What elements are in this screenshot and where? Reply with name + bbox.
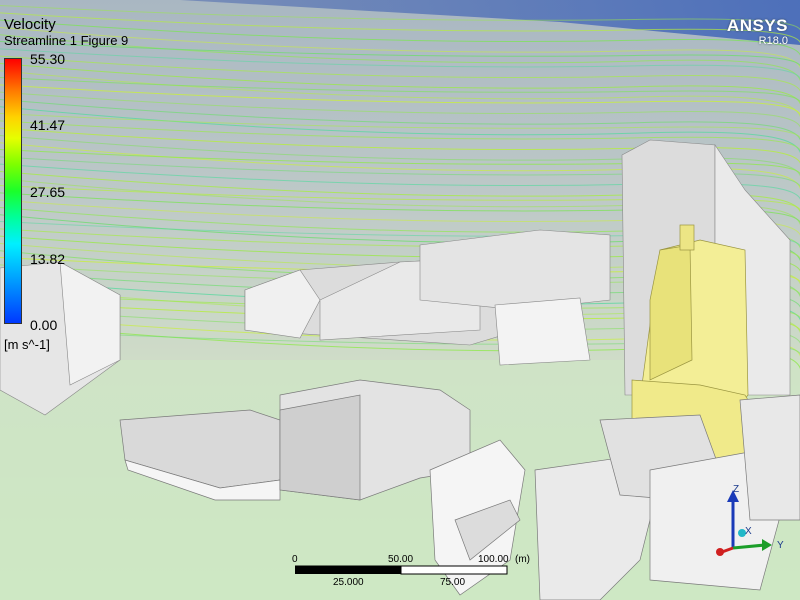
legend-title: Velocity xyxy=(4,16,56,33)
ansys-logo: ANSYS xyxy=(726,16,788,35)
legend-subtitle: Streamline 1 Figure 9 xyxy=(4,33,129,48)
legend-tick-4: 13.82 xyxy=(30,251,66,267)
legend-tick-3: 27.65 xyxy=(30,184,66,200)
axis-label-y: Y xyxy=(777,540,784,551)
axis-label-z: Z xyxy=(733,484,740,495)
scale-bar xyxy=(295,565,508,575)
scale-label-25: 25.000 xyxy=(333,577,364,588)
legend-tick-2: 41.47 xyxy=(30,117,66,133)
scale-label-50: 50.00 xyxy=(388,554,414,565)
axis-label-x: X xyxy=(745,526,752,537)
scale-label-75: 75.00 xyxy=(440,577,466,588)
legend-units: [m s^-1] xyxy=(4,337,50,352)
scale-label-unit: (m) xyxy=(515,554,530,565)
color-legend-bar xyxy=(4,58,22,324)
ansys-version: R18.0 xyxy=(758,35,788,47)
scale-label-0: 0 xyxy=(292,554,298,565)
legend-tick-max: 55.30 xyxy=(30,51,66,67)
scale-label-100: 100.00 xyxy=(478,554,509,565)
legend-tick-min: 0.00 xyxy=(30,317,58,333)
3d-viewport[interactable] xyxy=(0,0,800,600)
